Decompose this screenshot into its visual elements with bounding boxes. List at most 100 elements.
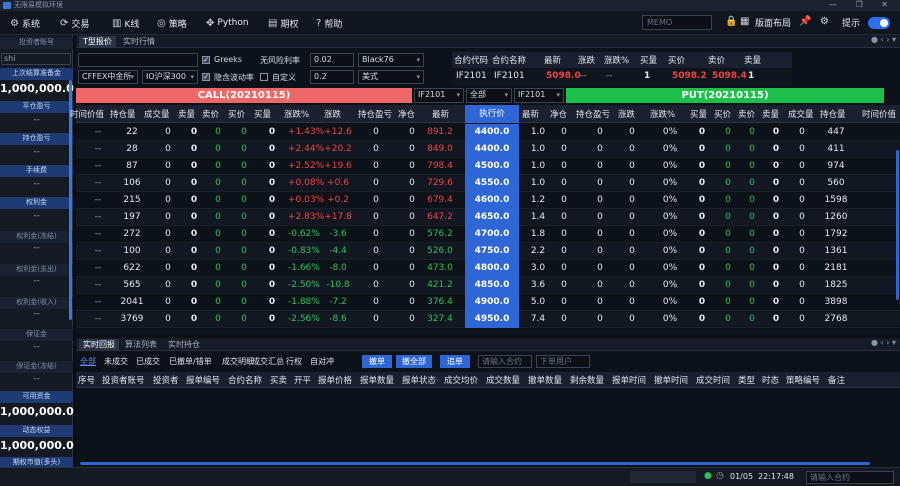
implied-vol-checkbox[interactable]: ✓ bbox=[202, 73, 210, 81]
put-cell-p_bq: 0 bbox=[698, 161, 706, 171]
tab-realtime-report[interactable]: 实时回报 bbox=[79, 339, 119, 351]
put-cell-p_sq: 0 bbox=[772, 212, 780, 222]
model-select[interactable]: Black76 ▾ bbox=[358, 53, 424, 67]
call-cell-vol: 0 bbox=[165, 263, 171, 273]
quote-header-cell: 涨跌 bbox=[578, 56, 596, 66]
tab-t-quote[interactable]: T型报价 bbox=[79, 36, 116, 48]
panel-nav-icons[interactable]: ● ‹ › ▾ bbox=[871, 338, 896, 347]
tab-realtime[interactable]: 实时行情 bbox=[119, 36, 159, 48]
call-cell-net: 0 bbox=[409, 246, 415, 256]
status-contract-input[interactable]: 请输入合约 bbox=[806, 471, 894, 484]
option-row[interactable]: -- 2041 0 0 0 0 0 -1.88% -7.2 0 0 376.4 4900.0 5.0 0 0 0… bbox=[76, 294, 900, 311]
strike-price[interactable]: 4750.0 bbox=[465, 243, 519, 260]
strike-price[interactable]: 4500.0 bbox=[465, 158, 519, 175]
underlying-select[interactable]: IO沪深300 ▾ bbox=[142, 70, 198, 84]
menu-kline[interactable]: ▥ K线 bbox=[112, 16, 139, 30]
memo-input[interactable]: MEMO bbox=[642, 15, 712, 30]
filter-all-select[interactable]: 全部 ▾ bbox=[466, 88, 512, 103]
quote-value-cell: -- bbox=[580, 71, 587, 81]
menu-system[interactable]: ⚙ 系统 bbox=[10, 16, 40, 30]
order-filter-7[interactable]: 自对冲 bbox=[310, 356, 334, 367]
menu-options[interactable]: ▤ 期权 bbox=[268, 16, 298, 30]
custom-vol-input[interactable]: 0.2 bbox=[310, 70, 354, 84]
put-cell-p_pnl: 0 bbox=[597, 280, 603, 290]
strike-price[interactable]: 4900.0 bbox=[465, 294, 519, 311]
custom-checkbox[interactable] bbox=[260, 73, 268, 81]
hint-toggle[interactable] bbox=[868, 17, 890, 29]
menu-strategy[interactable]: ◎ 策略 bbox=[157, 16, 187, 30]
order-filter-0[interactable]: 全部 bbox=[80, 356, 96, 367]
underlying-quote-row[interactable]: IF2101 IF2101 5098.0 -- -- 1 5098.2 5098.4 1 bbox=[452, 69, 792, 85]
strike-price[interactable]: 4400.0 bbox=[465, 141, 519, 158]
order-filter-4[interactable]: 成交明细 bbox=[222, 356, 254, 367]
strike-price[interactable]: 4650.0 bbox=[465, 209, 519, 226]
call-cell-oi: 3769 bbox=[120, 314, 144, 324]
call-cell-sp: 0 bbox=[215, 314, 221, 324]
cancel-order-button[interactable]: 撤单 bbox=[362, 355, 392, 368]
product-select[interactable] bbox=[78, 53, 198, 67]
strike-price[interactable]: 4950.0 bbox=[465, 311, 519, 328]
strike-price[interactable]: 4800.0 bbox=[465, 260, 519, 277]
menu-trade[interactable]: ⟳ 交易 bbox=[60, 16, 89, 30]
orders-column-header: 成交时间 bbox=[696, 376, 731, 386]
strike-price[interactable]: 4850.0 bbox=[465, 277, 519, 294]
call-cell-bp: 0 bbox=[241, 229, 247, 239]
put-cell-p_pct: 0% bbox=[662, 246, 678, 256]
contract-filter-input[interactable]: 请输入合约 bbox=[478, 355, 532, 368]
investor-select[interactable]: shi bbox=[1, 53, 71, 65]
option-row[interactable]: -- 28 0 0 0 0 0 +2.44% +20.2 0 0 849.0 4400.0 1.0 0 0 0 0… bbox=[76, 141, 900, 158]
options-icon: ▤ bbox=[268, 17, 278, 29]
layout-button[interactable]: 版面布局 bbox=[755, 16, 791, 29]
cancel-all-button[interactable]: 撤全部 bbox=[396, 355, 432, 368]
account-item-label: 权利金(支出) bbox=[0, 264, 73, 276]
orders-hscrollbar[interactable] bbox=[80, 462, 870, 465]
option-row[interactable]: -- 106 0 0 0 0 0 +0.08% +0.6 0 0 729.6 4550.0 1.0 0 0 0 0… bbox=[76, 175, 900, 192]
option-row[interactable]: -- 272 0 0 0 0 0 -0.62% -3.6 0 0 576.2 4700.0 1.8 0 0 0 0… bbox=[76, 226, 900, 243]
call-cell-oi: 2041 bbox=[120, 297, 144, 307]
option-row[interactable]: -- 22 0 0 0 0 0 +1.43% +12.6 0 0 891.2 4400.0 1.0 0 0 0 0… bbox=[76, 124, 900, 141]
exchange-select[interactable]: CFFEX中金所 ▾ bbox=[78, 70, 138, 84]
settings-icon[interactable]: ⚙ bbox=[820, 16, 829, 27]
order-filter-5[interactable]: 成交汇总 bbox=[252, 356, 284, 367]
call-cell-chg: +0.6 bbox=[327, 178, 349, 188]
menu-help[interactable]: ? 帮助 bbox=[316, 16, 342, 30]
lock-icon[interactable]: 🔒 bbox=[725, 16, 737, 27]
option-row[interactable]: -- 215 0 0 0 0 0 +0.03% +0.2 0 0 679.4 4600.0 1.2 0 0 0 0… bbox=[76, 192, 900, 209]
quote-value-cell: 5098.2 bbox=[672, 71, 707, 81]
strike-price[interactable]: 4700.0 bbox=[465, 226, 519, 243]
tab-realtime-position[interactable]: 实时持仓 bbox=[164, 339, 204, 351]
user-filter-input[interactable]: 下单用户 bbox=[536, 355, 590, 368]
riskfree-input[interactable]: 0.02 bbox=[310, 53, 354, 67]
strike-price[interactable]: 4600.0 bbox=[465, 192, 519, 209]
call-cell-net: 0 bbox=[409, 314, 415, 324]
layout-icon[interactable]: ▦ bbox=[740, 16, 749, 27]
style-select[interactable]: 美式 ▾ bbox=[358, 70, 424, 84]
option-row[interactable]: -- 87 0 0 0 0 0 +2.52% +19.6 0 0 798.4 4500.0 1.0 0 0 0 0… bbox=[76, 158, 900, 175]
orders-column-header: 备注 bbox=[828, 376, 846, 386]
option-row[interactable]: -- 100 0 0 0 0 0 -0.83% -4.4 0 0 526.0 4750.0 2.2 0 0 0 0… bbox=[76, 243, 900, 260]
greeks-checkbox[interactable]: ✓ bbox=[202, 56, 210, 64]
window-controls[interactable]: — ❐ ✕ bbox=[829, 0, 896, 9]
left-contract-select[interactable]: IF2101 ▾ bbox=[414, 88, 464, 103]
order-filter-1[interactable]: 未成交 bbox=[104, 356, 128, 367]
pin-icon[interactable]: 📌 bbox=[799, 16, 811, 27]
order-filter-2[interactable]: 已成交 bbox=[136, 356, 160, 367]
option-row[interactable]: -- 197 0 0 0 0 0 +2.83% +17.8 0 0 647.2 4650.0 1.4 0 0 0… bbox=[76, 209, 900, 226]
panel-nav-icons[interactable]: ● ‹ › ▾ bbox=[871, 35, 896, 44]
riskfree-label: 无风险利率 bbox=[260, 56, 300, 65]
put-column-header: 买量 bbox=[690, 110, 708, 120]
right-contract-select[interactable]: IF2101 ▾ bbox=[514, 88, 564, 103]
order-filter-3[interactable]: 已撤单/错单 bbox=[169, 356, 212, 367]
order-filter-6[interactable]: 行权 bbox=[286, 356, 302, 367]
option-row[interactable]: -- 622 0 0 0 0 0 -1.66% -8.0 0 0 473.0 4800.0 3.0 0 0 0 0… bbox=[76, 260, 900, 277]
table-scrollbar[interactable] bbox=[896, 150, 899, 300]
option-row[interactable]: -- 3769 0 0 0 0 0 -2.56% -8.6 0 0 327.4 4950.0 7.4 0 0 0… bbox=[76, 311, 900, 328]
call-cell-bp: 0 bbox=[241, 212, 247, 222]
chase-order-button[interactable]: 追单 bbox=[440, 355, 470, 368]
put-cell-p_last: 1.2 bbox=[530, 195, 546, 205]
menu-python[interactable]: ✥ Python bbox=[206, 16, 249, 30]
strike-price[interactable]: 4400.0 bbox=[465, 124, 519, 141]
tab-algo-list[interactable]: 算法列表 bbox=[121, 339, 161, 351]
strike-price[interactable]: 4550.0 bbox=[465, 175, 519, 192]
option-row[interactable]: -- 565 0 0 0 0 0 -2.50% -10.8 0 0 421.2 4850.0 3.6 0 0 0… bbox=[76, 277, 900, 294]
